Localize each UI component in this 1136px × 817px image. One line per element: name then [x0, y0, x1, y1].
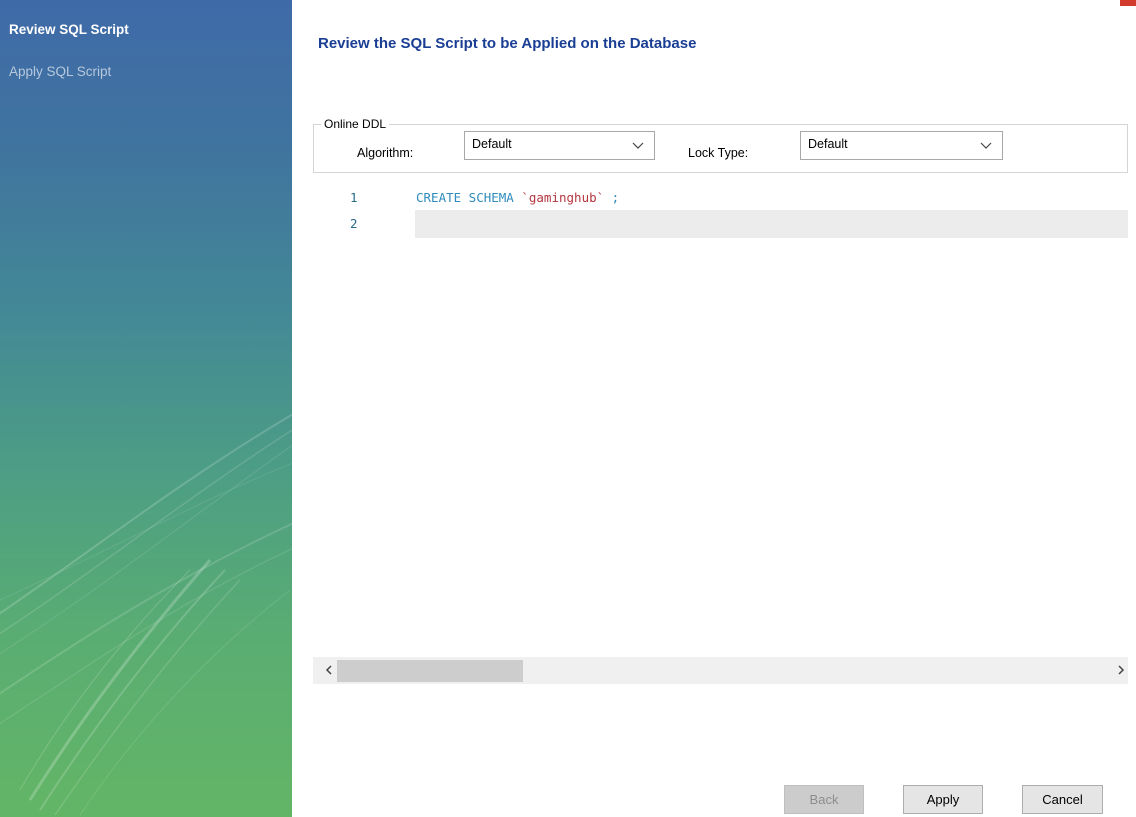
sql-script-editor[interactable]: 1 CREATE SCHEMA `gaminghub` ; 2: [313, 180, 1128, 656]
sidebar-decoration: [0, 413, 292, 816]
sql-terminator: ;: [604, 190, 620, 205]
algorithm-select-value: Default: [472, 137, 512, 151]
lock-type-select[interactable]: Default: [800, 131, 1003, 160]
lock-type-label: Lock Type:: [688, 146, 749, 160]
line-number: 1: [350, 190, 358, 205]
sql-keyword: CREATE SCHEMA: [416, 190, 522, 205]
sql-identifier: `gaminghub`: [521, 190, 605, 205]
apply-button[interactable]: Apply: [903, 785, 983, 814]
algorithm-label: Algorithm:: [357, 146, 414, 160]
step-review-sql-script: Review SQL Script: [9, 22, 129, 37]
code-text: CREATE SCHEMA `gaminghub` ;: [416, 190, 619, 205]
cancel-button[interactable]: Cancel: [1022, 785, 1103, 814]
online-ddl-legend: Online DDL: [324, 117, 387, 131]
step-apply-sql-script: Apply SQL Script: [9, 64, 112, 79]
scrollbar-thumb[interactable]: [337, 660, 523, 682]
page-title: Review the SQL Script to be Applied on t…: [318, 35, 697, 52]
wizard-sidebar: Review SQL Script Apply SQL Script: [0, 0, 292, 817]
chevron-down-icon: [980, 142, 992, 149]
algorithm-select[interactable]: Default: [464, 131, 655, 160]
scroll-right-icon[interactable]: [1114, 663, 1128, 677]
back-button[interactable]: Back: [784, 785, 864, 814]
chevron-down-icon: [632, 142, 644, 149]
online-ddl-group: Online DDL: [313, 117, 1128, 173]
line-number: 2: [350, 216, 358, 231]
current-line-highlight: [415, 210, 1128, 238]
lock-type-select-value: Default: [808, 137, 848, 151]
window-close-edge[interactable]: [1120, 0, 1136, 6]
code-line: 2: [313, 210, 1128, 238]
horizontal-scrollbar[interactable]: [313, 657, 1128, 684]
scroll-left-icon[interactable]: [322, 663, 336, 677]
code-line: 1 CREATE SCHEMA `gaminghub` ;: [313, 184, 1128, 210]
